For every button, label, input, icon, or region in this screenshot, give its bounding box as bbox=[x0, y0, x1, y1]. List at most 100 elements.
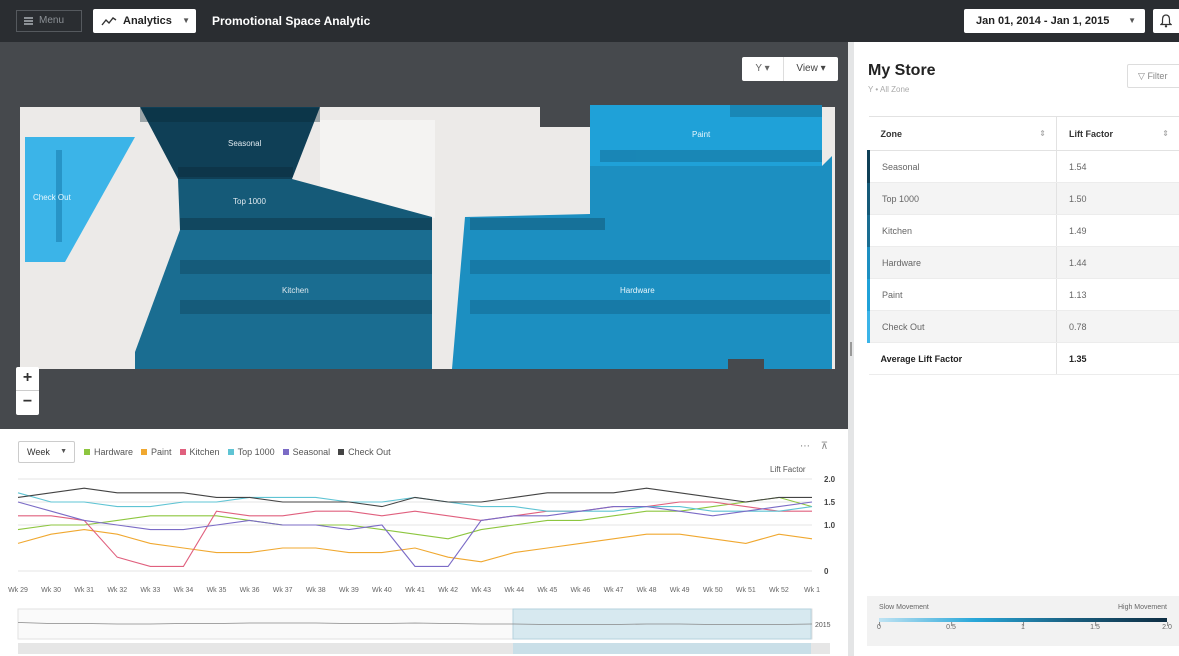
zoom-out-button[interactable]: − bbox=[16, 391, 39, 415]
legend-label: Check Out bbox=[348, 447, 391, 457]
floor-notch bbox=[540, 105, 590, 127]
x-tick-label: Wk 46 bbox=[570, 587, 590, 594]
map-view-label: View bbox=[796, 63, 818, 74]
zone-label-check-out: Check Out bbox=[33, 193, 72, 202]
legend-item[interactable]: Seasonal bbox=[282, 447, 331, 457]
legend-swatch bbox=[227, 449, 234, 455]
date-range-picker[interactable]: Jan 01, 2014 - Jan 1, 2015 ▼ bbox=[964, 9, 1145, 33]
movement-legend: Slow Movement High Movement 0 0.5 1 1.5 2.0 bbox=[867, 596, 1179, 646]
legend-swatch bbox=[282, 449, 289, 455]
column-header-lift-factor[interactable]: Lift Factor ⇕ bbox=[1056, 116, 1179, 151]
navigator-year-label: 2015 bbox=[815, 622, 831, 629]
y-axis-label: Lift Factor bbox=[770, 465, 806, 474]
navigator-scroll-thumb[interactable] bbox=[513, 643, 811, 654]
zone-name-cell: Paint bbox=[867, 278, 1057, 311]
store-title: My Store bbox=[868, 62, 936, 79]
lift-factor-cell: 1.50 bbox=[1056, 182, 1179, 215]
lift-factor-chart: 2.0 1.5 1.0 0 Lift Factor Wk 29 Wk 30 Wk 31 Wk 3… bbox=[0, 429, 848, 656]
x-tick-label: Wk 52 bbox=[769, 587, 789, 594]
lift-factor-cell: 1.44 bbox=[1056, 246, 1179, 279]
column-header-zone[interactable]: Zone ⇕ bbox=[868, 116, 1057, 151]
x-tick-label: Wk 49 bbox=[670, 587, 690, 594]
more-icon[interactable]: ⋯ bbox=[800, 441, 810, 452]
menu-button[interactable]: Menu bbox=[16, 10, 82, 32]
x-tick-label: Wk 37 bbox=[273, 587, 293, 594]
zone-label-kitchen: Kitchen bbox=[282, 286, 309, 295]
chevron-down-icon: ▼ bbox=[1128, 16, 1136, 25]
notifications-button[interactable] bbox=[1153, 9, 1179, 33]
legend-swatch bbox=[179, 449, 186, 455]
legend-label: Kitchen bbox=[189, 447, 220, 457]
zone-name-cell: Hardware bbox=[867, 246, 1057, 279]
legend-swatch bbox=[141, 449, 148, 455]
average-label: Average Lift Factor bbox=[868, 342, 1057, 375]
x-tick-label: Wk 40 bbox=[372, 587, 392, 594]
x-tick-label: Wk 31 bbox=[74, 587, 94, 594]
chart-canvas: 2.0 1.5 1.0 0 Lift Factor Wk 29 Wk 30 Wk 31 Wk 3… bbox=[8, 465, 836, 654]
filter-icon: ▽ bbox=[1138, 71, 1145, 81]
bell-icon bbox=[1160, 14, 1172, 28]
legend-label: Paint bbox=[151, 447, 172, 457]
chart-legend: Hardware Paint Kitchen Top 1000 Seasonal Chec… bbox=[84, 447, 399, 457]
legend-tick: 1.5 bbox=[1090, 622, 1100, 631]
app-title: Promotional Space Analytic bbox=[212, 14, 371, 28]
table-row[interactable]: Check Out 0.78 bbox=[867, 310, 1179, 343]
x-tick-label: Wk 48 bbox=[637, 587, 657, 594]
x-tick-label: Wk 41 bbox=[405, 587, 425, 594]
legend-label: Hardware bbox=[94, 447, 134, 457]
x-tick-label: Wk 50 bbox=[703, 587, 723, 594]
expand-icon[interactable]: ⊼ bbox=[821, 441, 828, 452]
legend-item[interactable]: Top 1000 bbox=[227, 447, 275, 457]
y-tick-label: 1.0 bbox=[824, 521, 836, 530]
chart-view-dropdown[interactable]: Week ▼ bbox=[18, 441, 75, 463]
x-tick-label: Wk 30 bbox=[41, 587, 61, 594]
legend-label: Seasonal bbox=[292, 447, 331, 457]
legend-tick: 2.0 bbox=[1162, 622, 1172, 631]
map-filter-button[interactable]: Y ▾ bbox=[742, 57, 784, 81]
legend-item[interactable]: Hardware bbox=[84, 447, 133, 457]
store-floorplan: Seasonal Top 1000 Kitchen Check Out Pain… bbox=[20, 105, 835, 369]
map-controls: Y ▾ View ▾ bbox=[742, 57, 838, 81]
x-tick-label: Wk 51 bbox=[736, 587, 756, 594]
average-value: 1.35 bbox=[1056, 342, 1179, 375]
zone-name-cell: Top 1000 bbox=[867, 182, 1057, 215]
menu-label: Menu bbox=[39, 15, 65, 26]
legend-item[interactable]: Kitchen bbox=[179, 447, 220, 457]
table-row[interactable]: Kitchen 1.49 bbox=[867, 214, 1179, 247]
table-row[interactable]: Paint 1.13 bbox=[867, 278, 1179, 311]
x-tick-label: Wk 32 bbox=[107, 587, 127, 594]
filter-label: Filter bbox=[1147, 71, 1168, 81]
legend-item[interactable]: Check Out bbox=[338, 447, 391, 457]
series-line bbox=[17, 487, 812, 508]
legend-low-label: Slow Movement bbox=[879, 604, 929, 611]
analytics-dropdown[interactable]: Analytics ▼ bbox=[93, 9, 196, 33]
legend-label: Top 1000 bbox=[237, 447, 275, 457]
zone-name-cell: Seasonal bbox=[867, 150, 1057, 183]
sort-icon: ⇕ bbox=[1039, 129, 1046, 138]
filter-button[interactable]: ▽ Filter bbox=[1127, 64, 1179, 88]
chart-view-label: Week bbox=[27, 447, 50, 457]
zoom-in-button[interactable]: + bbox=[16, 367, 39, 391]
store-panel: My Store Y • All Zone ▽ Filter Zone ⇕ Lif… bbox=[854, 42, 1179, 656]
table-row[interactable]: Seasonal 1.54 bbox=[867, 150, 1179, 183]
legend-tick: 0.5 bbox=[946, 622, 956, 631]
table-row[interactable]: Top 1000 1.50 bbox=[867, 182, 1179, 215]
table-row[interactable]: Hardware 1.44 bbox=[867, 246, 1179, 279]
map-view-button[interactable]: View ▾ bbox=[784, 57, 838, 81]
legend-swatch bbox=[84, 449, 90, 455]
x-tick-label: Wk 47 bbox=[604, 587, 624, 594]
chevron-down-icon: ▼ bbox=[182, 16, 190, 25]
zone-kitchen[interactable] bbox=[135, 230, 432, 369]
y-tick-label: 2.0 bbox=[824, 475, 836, 484]
legend-item[interactable]: Paint bbox=[141, 447, 172, 457]
legend-ticks: 0 0.5 1 1.5 2.0 bbox=[877, 622, 1172, 638]
x-tick-label: Wk 38 bbox=[306, 587, 326, 594]
legend-high-label: High Movement bbox=[1117, 604, 1167, 611]
floor-map[interactable]: Seasonal Top 1000 Kitchen Check Out Pain… bbox=[0, 42, 848, 429]
average-row: Average Lift Factor 1.35 bbox=[868, 342, 1179, 375]
legend-swatch bbox=[338, 449, 345, 455]
chart-toolbar: ⋯ ⊼ bbox=[800, 441, 828, 452]
x-tick-label: Wk 43 bbox=[471, 587, 491, 594]
navigator-scrollbar[interactable] bbox=[18, 643, 830, 654]
y-tick-label: 0 bbox=[824, 567, 829, 576]
